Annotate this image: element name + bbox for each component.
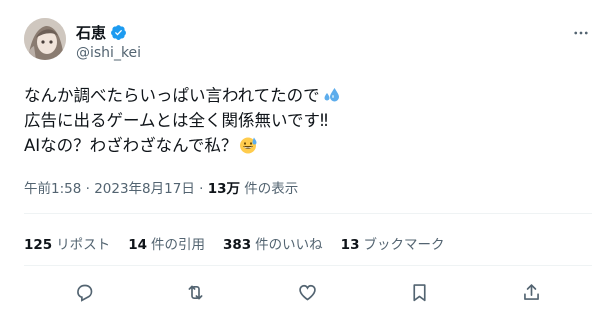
verified-badge-icon	[110, 24, 127, 41]
user-name[interactable]: 石恵	[76, 22, 106, 43]
action-bar	[0, 280, 615, 304]
tweet-meta: 午前1:58 · 2023年8月17日 · 13万 件の表示	[24, 177, 298, 197]
repost-icon[interactable]	[183, 280, 207, 304]
retweets-count: 125	[24, 237, 53, 253]
more-dots-icon[interactable]	[570, 22, 592, 44]
tweet-text: なんか調べたらいっぱい言われてたので 広告に出るゲームとは全く関係無いです‼ A…	[24, 83, 584, 158]
bookmarks-stat[interactable]: 13 ブックマーク	[341, 233, 445, 253]
retweets-stat[interactable]: 125 リポスト	[24, 233, 110, 253]
view-label: 件の表示	[240, 181, 299, 197]
likes-label: 件のいいね	[255, 237, 323, 253]
bookmarks-label: ブックマーク	[363, 237, 445, 253]
avatar-image	[24, 18, 66, 60]
tweet-stats: 125 リポスト 14 件の引用 383 件のいいね 13 ブックマーク	[24, 233, 462, 253]
sweat-droplets-icon	[322, 86, 340, 104]
likes-stat[interactable]: 383 件のいいね	[223, 233, 323, 253]
user-name-row[interactable]: 石恵	[76, 22, 127, 43]
tweet-line-2: 広告に出るゲームとは全く関係無いです‼	[24, 111, 329, 130]
tweet-card: 石恵 @ishi_kei なんか調べたらいっぱい言われてたので 広告に出るゲーム…	[0, 0, 615, 314]
tweet-line-3-text: AIなの？わざわざなんで私？	[24, 136, 238, 155]
quotes-count: 14	[128, 237, 147, 253]
tweet-time[interactable]: 午前1:58	[24, 181, 81, 197]
grinning-sweat-icon	[239, 136, 257, 154]
divider	[24, 265, 592, 266]
avatar[interactable]	[24, 18, 66, 60]
divider	[24, 213, 592, 214]
user-handle[interactable]: @ishi_kei	[76, 45, 141, 61]
heart-icon[interactable]	[295, 280, 319, 304]
likes-count: 383	[222, 237, 252, 253]
bookmark-icon[interactable]	[407, 280, 431, 304]
tweet-line-1: なんか調べたらいっぱい言われてたので	[24, 83, 584, 108]
tweet-line-1-text: なんか調べたらいっぱい言われてたので	[24, 86, 320, 105]
tweet-date[interactable]: 2023年8月17日	[94, 181, 195, 197]
view-count: 13万	[207, 181, 240, 197]
bookmarks-count: 13	[340, 237, 360, 253]
quotes-label: 件の引用	[150, 237, 205, 253]
meta-separator: ·	[194, 181, 208, 197]
meta-separator: ·	[81, 181, 95, 197]
share-icon[interactable]	[519, 280, 543, 304]
reply-icon[interactable]	[72, 280, 96, 304]
retweets-label: リポスト	[56, 237, 111, 253]
quotes-stat[interactable]: 14 件の引用	[128, 233, 205, 253]
tweet-line-3: AIなの？わざわざなんで私？	[24, 133, 584, 158]
